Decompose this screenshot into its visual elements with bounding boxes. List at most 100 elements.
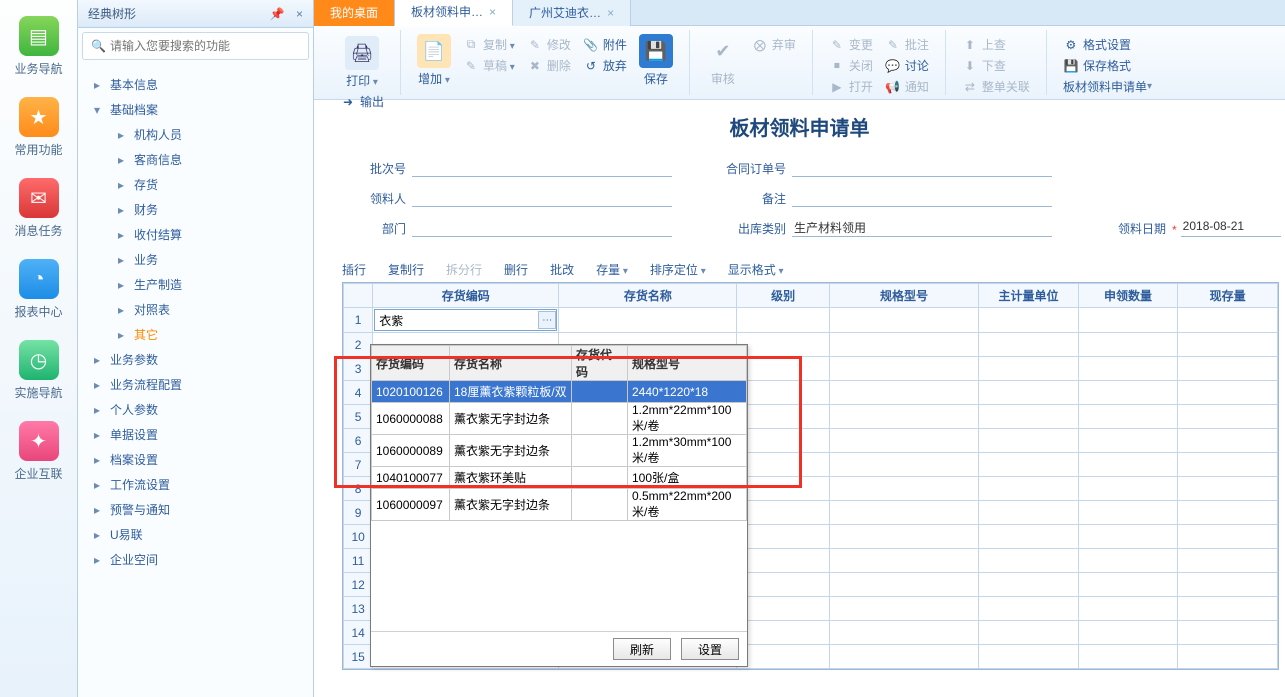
row-head-9[interactable]: 9 (344, 501, 373, 525)
tree-search-input[interactable] (110, 39, 300, 53)
tree-child-1-2[interactable]: ▸存货 (104, 172, 307, 197)
batch-field[interactable] (412, 159, 672, 177)
tree-child-1-5[interactable]: ▸业务 (104, 247, 307, 272)
tab-2[interactable]: 广州艾迪衣…× (513, 0, 631, 26)
tree-node-8[interactable]: ▸预警与通知 (84, 497, 307, 522)
col-stock[interactable]: 现存量 (1178, 284, 1278, 308)
abandon-button[interactable]: ↺放弃 (577, 55, 633, 76)
row-head-14[interactable]: 14 (344, 621, 373, 645)
doc-select[interactable]: 板材领料申请单 (1057, 76, 1158, 97)
attach-button[interactable]: 📎附件 (577, 34, 633, 55)
tree-node-1[interactable]: ▾基础档案 (84, 97, 307, 122)
nav-item-1[interactable]: ★ 常用功能 (0, 97, 77, 158)
split-row-button[interactable]: 拆分行 (446, 261, 482, 278)
row-head-3[interactable]: 3 (344, 357, 373, 381)
row-head-12[interactable]: 12 (344, 573, 373, 597)
discuss-button[interactable]: 💬讨论 (879, 55, 935, 76)
code-input-cell[interactable]: ⋯ (374, 309, 557, 331)
tree-search[interactable]: 🔍 (82, 32, 309, 60)
pop-col-spec[interactable]: 规格型号 (628, 346, 747, 381)
tree-node-2[interactable]: ▸业务参数 (84, 347, 307, 372)
row-head-5[interactable]: 5 (344, 405, 373, 429)
discard-button[interactable]: ⨂弃审 (746, 34, 802, 55)
display-button[interactable]: 显示格式 (728, 261, 784, 278)
remark-field[interactable] (792, 189, 1052, 207)
tree-node-7[interactable]: ▸工作流设置 (84, 472, 307, 497)
tree-node-4[interactable]: ▸个人参数 (84, 397, 307, 422)
sort-button[interactable]: 排序定位 (650, 261, 706, 278)
copy-row-button[interactable]: 复制行 (388, 261, 424, 278)
stock-button[interactable]: 存量 (596, 261, 628, 278)
popup-row-2[interactable]: 1060000089薰衣紫无字封边条1.2mm*30mm*100米/卷 (372, 435, 747, 467)
tree-child-1-7[interactable]: ▸对照表 (104, 297, 307, 322)
tree-node-3[interactable]: ▸业务流程配置 (84, 372, 307, 397)
row-head-4[interactable]: 4 (344, 381, 373, 405)
link-button[interactable]: ⇄整单关联 (956, 76, 1036, 97)
nav-item-2[interactable]: ✉ 消息任务 (0, 178, 77, 239)
submit-button[interactable]: ⬆上查 (956, 34, 1036, 55)
tree-child-1-8[interactable]: ▸其它 (104, 322, 307, 347)
popup-row-0[interactable]: 102010012618厘薰衣紫颗粒板/双2440*1220*18 (372, 381, 747, 403)
pop-col-name[interactable]: 存货名称 (450, 346, 572, 381)
nav-item-3[interactable]: ◔ 报表中心 (0, 259, 77, 320)
pin-icon[interactable]: 📌 (270, 7, 285, 21)
tree-node-6[interactable]: ▸档案设置 (84, 447, 307, 472)
close-doc-button[interactable]: ⏹关闭 (823, 55, 879, 76)
popup-settings-button[interactable]: 设置 (681, 638, 739, 660)
col-qty[interactable]: 申领数量 (1078, 284, 1178, 308)
notify-button[interactable]: 📢通知 (879, 76, 935, 97)
modify-button[interactable]: ✎修改 (521, 34, 577, 55)
copy-button[interactable]: ⧉复制 (457, 34, 521, 55)
tab-0[interactable]: 我的桌面 (314, 0, 395, 26)
row-head-11[interactable]: 11 (344, 549, 373, 573)
note-button[interactable]: ✎批注 (879, 34, 935, 55)
col-cat[interactable]: 级别 (737, 284, 829, 308)
formatset-button[interactable]: ⚙格式设置 (1057, 34, 1158, 55)
picker-field[interactable] (412, 189, 672, 207)
row-head-2[interactable]: 2 (344, 333, 373, 357)
row-head-1[interactable]: 1 (344, 308, 373, 333)
tab-close-icon[interactable]: × (607, 6, 614, 20)
open-doc-button[interactable]: ▶打开 (823, 76, 879, 97)
tab-1[interactable]: 板材领料申…× (395, 0, 513, 26)
pop-col-code[interactable]: 存货编码 (372, 346, 450, 381)
row-head-6[interactable]: 6 (344, 429, 373, 453)
lookup-icon[interactable]: ⋯ (538, 311, 556, 329)
date-field[interactable]: 2018-08-21 (1181, 219, 1281, 237)
col-unit[interactable]: 主计量单位 (979, 284, 1079, 308)
row-head-10[interactable]: 10 (344, 525, 373, 549)
tree-child-1-0[interactable]: ▸机构人员 (104, 122, 307, 147)
popup-row-3[interactable]: 1040100077薰衣紫环美贴100张/盒 (372, 467, 747, 489)
tree-child-1-6[interactable]: ▸生产制造 (104, 272, 307, 297)
row-head-8[interactable]: 8 (344, 477, 373, 501)
audit-button[interactable]: ✔ 审核 (700, 32, 746, 89)
tree-child-1-1[interactable]: ▸客商信息 (104, 147, 307, 172)
tree-node-10[interactable]: ▸企业空间 (84, 547, 307, 572)
row-head-7[interactable]: 7 (344, 453, 373, 477)
insert-row-button[interactable]: 插行 (342, 261, 366, 278)
popup-refresh-button[interactable]: 刷新 (613, 638, 671, 660)
tree-node-9[interactable]: ▸U易联 (84, 522, 307, 547)
outtype-field[interactable]: 生产材料领用 (792, 219, 1052, 237)
code-input[interactable] (375, 313, 538, 327)
tree-child-1-4[interactable]: ▸收付结算 (104, 222, 307, 247)
col-code[interactable]: 存货编码 (373, 284, 559, 308)
batch-edit-button[interactable]: 批改 (550, 261, 574, 278)
nav-item-5[interactable]: ✦ 企业互联 (0, 421, 77, 482)
nav-item-4[interactable]: ◷ 实施导航 (0, 340, 77, 401)
draft-button[interactable]: ✎草稿 (457, 55, 521, 76)
col-spec[interactable]: 规格型号 (829, 284, 978, 308)
col-name[interactable]: 存货名称 (559, 284, 737, 308)
tab-close-icon[interactable]: × (489, 5, 496, 19)
delete-row-button[interactable]: 删行 (504, 261, 528, 278)
close-icon[interactable]: × (296, 7, 303, 21)
dept-field[interactable] (412, 219, 672, 237)
tree-node-5[interactable]: ▸单据设置 (84, 422, 307, 447)
output-button[interactable]: ➜输出 (334, 91, 390, 112)
nav-item-0[interactable]: ▤ 业务导航 (0, 16, 77, 77)
tree-node-0[interactable]: ▸基本信息 (84, 72, 307, 97)
contract-field[interactable] (792, 159, 1052, 177)
pop-col-alias[interactable]: 存货代码 (572, 346, 628, 381)
row-head-13[interactable]: 13 (344, 597, 373, 621)
add-button[interactable]: 📄 增加 (411, 32, 457, 89)
